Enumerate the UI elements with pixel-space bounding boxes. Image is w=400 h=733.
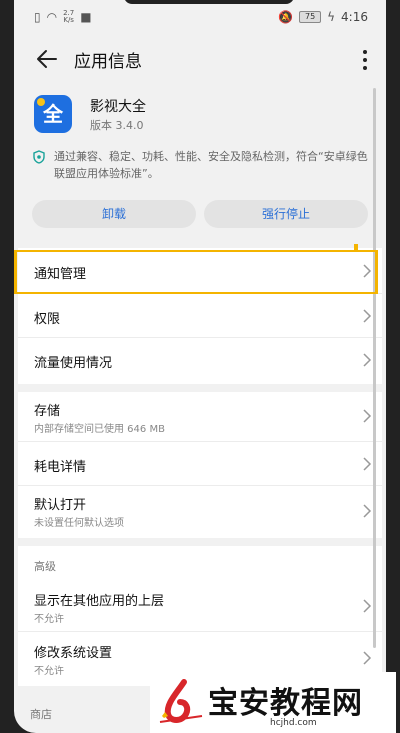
app-bar: 应用信息 — [14, 40, 386, 80]
more-options-icon[interactable] — [360, 46, 370, 74]
network-speed-unit: K/s — [63, 16, 74, 24]
row-storage-sub: 内部存储空间已使用 646 MB — [34, 424, 165, 435]
chevron-right-icon — [363, 599, 372, 613]
back-arrow-icon[interactable] — [32, 44, 62, 74]
row-battery-details[interactable]: 耗电详情 — [18, 442, 382, 486]
screen: ▯ ◠ 2.7 K/s ■ 🔕 75 ϟ 4:16 应用信息 全 影视大全 版本… — [14, 0, 386, 733]
battery-indicator: 75 — [299, 11, 322, 23]
phone-frame: ▯ ◠ 2.7 K/s ■ 🔕 75 ϟ 4:16 应用信息 全 影视大全 版本… — [0, 0, 400, 733]
row-display-over-apps[interactable]: 显示在其他应用的上层 不允许 — [18, 580, 382, 632]
row-open-by-default-label: 默认打开 — [34, 498, 87, 513]
row-permissions[interactable]: 权限 — [18, 294, 382, 338]
mute-icon: 🔕 — [278, 10, 294, 24]
row-data-usage[interactable]: 流量使用情况 — [18, 338, 382, 384]
row-open-by-default-sub: 未设置任何默认选项 — [34, 518, 124, 529]
app-logo-dot — [37, 98, 45, 106]
app-logo-char: 全 — [43, 102, 63, 126]
highlight-tick — [354, 244, 358, 250]
row-modify-system-settings-label: 修改系统设置 — [34, 646, 113, 661]
watermark: 宝安教程网 hcjhd.com — [150, 672, 396, 733]
chevron-right-icon — [363, 457, 372, 471]
app-name: 影视大全 — [90, 99, 146, 115]
row-open-by-default[interactable]: 默认打开 未设置任何默认选项 — [18, 486, 382, 538]
section-label-store: 商店 — [30, 708, 52, 721]
camera-notch — [124, 0, 294, 4]
network-speed: 2.7 K/s — [63, 10, 74, 24]
status-right: 🔕 75 ϟ 4:16 — [278, 10, 368, 24]
chevron-right-icon — [363, 309, 372, 323]
sim-icon: ▯ — [34, 10, 41, 24]
clock: 4:16 — [341, 10, 368, 24]
app-logo: 全 — [34, 95, 72, 133]
shield-check-icon — [33, 150, 45, 164]
row-display-over-apps-sub: 不允许 — [34, 614, 64, 625]
force-stop-button[interactable]: 强行停止 — [204, 200, 368, 228]
wifi-icon: ◠ — [46, 10, 58, 24]
chevron-right-icon — [363, 353, 372, 367]
row-storage[interactable]: 存储 内部存储空间已使用 646 MB — [18, 392, 382, 442]
chevron-right-icon — [363, 504, 372, 518]
charging-icon: ϟ — [327, 10, 336, 24]
chevron-right-icon — [363, 651, 372, 665]
page-title: 应用信息 — [74, 52, 142, 72]
scrollbar[interactable] — [373, 88, 376, 648]
settings-card-advanced: 高级 显示在其他应用的上层 不允许 修改系统设置 不允许 — [18, 546, 382, 686]
security-note: 通过兼容、稳定、功耗、性能、安全及隐私检测，符合“安卓绿色联盟应用体验标准”。 — [32, 148, 372, 182]
status-bar: ▯ ◠ 2.7 K/s ■ 🔕 75 ϟ 4:16 — [14, 10, 386, 32]
row-modify-system-settings-sub: 不允许 — [34, 666, 64, 677]
chevron-right-icon — [363, 409, 372, 423]
row-permissions-label: 权限 — [34, 312, 61, 327]
row-data-usage-label: 流量使用情况 — [34, 356, 113, 371]
settings-card-storage: 存储 内部存储空间已使用 646 MB 耗电详情 默认打开 未设置任何默认选项 — [18, 392, 382, 538]
row-storage-label: 存储 — [34, 404, 61, 419]
section-label-advanced: 高级 — [34, 560, 56, 573]
security-note-text: 通过兼容、稳定、功耗、性能、安全及隐私检测，符合“安卓绿色联盟应用体验标准”。 — [54, 150, 368, 180]
uninstall-button[interactable]: 卸载 — [32, 200, 196, 228]
row-battery-details-label: 耗电详情 — [34, 460, 87, 475]
notification-square-icon: ■ — [80, 10, 92, 24]
app-version: 版本 3.4.0 — [90, 119, 144, 132]
watermark-logo-icon — [159, 679, 203, 723]
highlight-box — [14, 250, 378, 294]
row-display-over-apps-label: 显示在其他应用的上层 — [34, 594, 165, 609]
watermark-title: 宝安教程网 — [208, 686, 363, 721]
status-left: ▯ ◠ 2.7 K/s ■ — [34, 10, 92, 25]
watermark-url: hcjhd.com — [270, 718, 317, 728]
